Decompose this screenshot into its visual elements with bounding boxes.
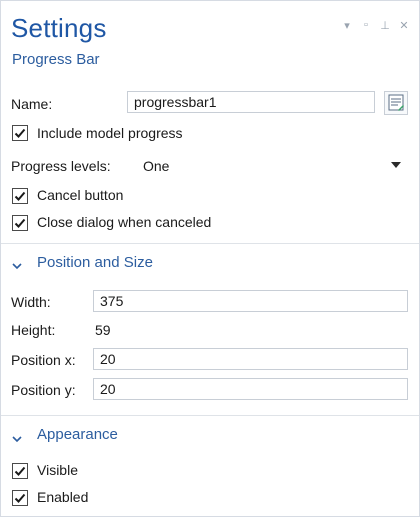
height-value: 59	[95, 322, 111, 338]
chevron-down-icon	[391, 162, 401, 168]
divider	[1, 243, 419, 244]
pin-icon[interactable]: ⊥	[380, 19, 390, 32]
height-label: Height:	[11, 322, 56, 338]
checkmark-icon	[14, 191, 26, 201]
maximize-icon[interactable]: ▫	[361, 19, 371, 32]
panel-subtitle: Progress Bar	[12, 51, 100, 68]
dropdown-icon[interactable]: ▾	[342, 19, 352, 32]
edit-icon	[388, 94, 404, 111]
settings-panel: Settings Progress Bar ▾ ▫ ⊥ ✕ Name: Incl…	[0, 0, 420, 517]
close-dialog-label: Close dialog when canceled	[37, 214, 212, 230]
close-icon[interactable]: ✕	[399, 19, 409, 32]
name-field[interactable]	[127, 91, 375, 113]
enabled-label: Enabled	[37, 489, 89, 505]
position-x-field[interactable]	[93, 348, 408, 370]
include-model-progress-checkbox[interactable]	[12, 125, 28, 141]
section-collapse-icon[interactable]	[12, 430, 22, 448]
section-appearance[interactable]: Appearance	[37, 426, 118, 443]
position-y-label: Position y:	[11, 382, 76, 398]
progress-levels-select[interactable]: One	[127, 153, 407, 179]
checkmark-icon	[14, 466, 26, 476]
section-collapse-icon[interactable]	[12, 257, 22, 275]
include-model-progress-label: Include model progress	[37, 125, 183, 141]
position-x-label: Position x:	[11, 352, 76, 368]
close-dialog-checkbox[interactable]	[12, 215, 28, 231]
window-controls: ▾ ▫ ⊥ ✕	[342, 19, 409, 32]
progress-levels-label: Progress levels:	[11, 158, 111, 174]
section-position-size[interactable]: Position and Size	[37, 254, 153, 271]
panel-title: Settings	[11, 13, 107, 43]
checkmark-icon	[14, 218, 26, 228]
checkmark-icon	[14, 128, 26, 138]
width-label: Width:	[11, 294, 51, 310]
cancel-button-label: Cancel button	[37, 187, 124, 203]
enabled-checkbox[interactable]	[12, 490, 28, 506]
position-y-field[interactable]	[93, 378, 408, 400]
checkmark-icon	[14, 493, 26, 503]
divider	[1, 415, 419, 416]
width-field[interactable]	[93, 290, 408, 312]
name-label: Name:	[11, 96, 53, 112]
edit-button[interactable]	[384, 91, 408, 115]
progress-levels-value: One	[143, 158, 170, 174]
cancel-button-checkbox[interactable]	[12, 188, 28, 204]
visible-label: Visible	[37, 462, 78, 478]
visible-checkbox[interactable]	[12, 463, 28, 479]
